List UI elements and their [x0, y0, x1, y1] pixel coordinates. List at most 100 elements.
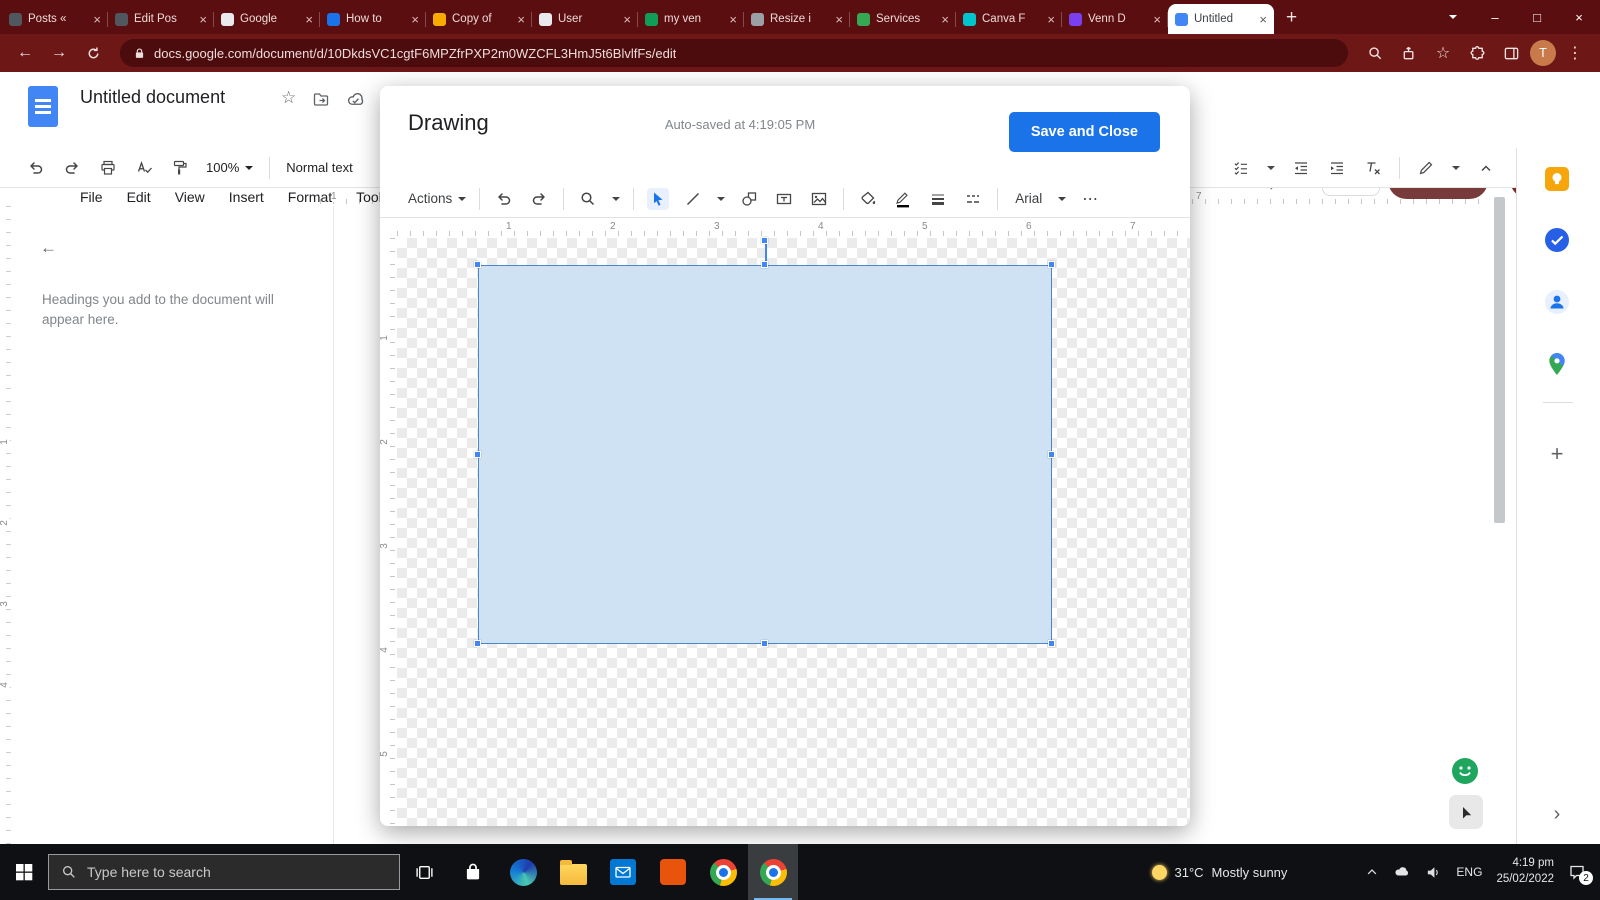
extensions-icon[interactable]	[1462, 38, 1492, 68]
keep-icon[interactable]	[1543, 165, 1571, 193]
contacts-icon[interactable]	[1543, 288, 1571, 316]
browser-tab-active[interactable]: Untitled×	[1168, 4, 1274, 34]
indent-increase-icon[interactable]	[1327, 158, 1347, 178]
resize-handle-top-left[interactable]	[474, 261, 481, 268]
canvas-checkerboard[interactable]	[397, 238, 1190, 826]
file-explorer-app-icon[interactable]	[548, 844, 598, 900]
font-select[interactable]: Arial	[1015, 191, 1066, 206]
tray-expand-icon[interactable]	[1365, 865, 1379, 879]
weather-widget[interactable]: 31°C Mostly sunny	[1152, 865, 1288, 880]
tab-close-icon[interactable]: ×	[1153, 13, 1161, 26]
browser-tab[interactable]: How to×	[320, 4, 426, 34]
actions-dropdown[interactable]: Actions	[408, 191, 466, 206]
cloud-saved-icon[interactable]	[346, 90, 365, 109]
get-addons-icon[interactable]: +	[1543, 440, 1571, 468]
tab-close-icon[interactable]: ×	[305, 13, 313, 26]
zoom-select[interactable]: 100%	[206, 160, 253, 175]
scrollbar-thumb[interactable]	[1494, 197, 1505, 523]
insert-image-tool-icon[interactable]	[808, 188, 830, 210]
docs-logo-icon[interactable]	[28, 86, 58, 127]
tab-close-icon[interactable]: ×	[411, 13, 419, 26]
chrome-app-icon[interactable]	[698, 844, 748, 900]
spell-check-icon[interactable]	[134, 158, 154, 178]
taskbar-search-box[interactable]	[48, 854, 400, 890]
reload-button[interactable]	[78, 38, 108, 68]
edge-app-icon[interactable]	[498, 844, 548, 900]
selected-rectangle-shape[interactable]	[478, 265, 1052, 644]
orange-app-icon[interactable]	[648, 844, 698, 900]
line-tool-icon[interactable]	[682, 188, 704, 210]
minimize-button[interactable]: –	[1474, 0, 1516, 34]
browser-tab[interactable]: Venn D×	[1062, 4, 1168, 34]
save-and-close-button[interactable]: Save and Close	[1009, 112, 1160, 152]
maps-icon[interactable]	[1543, 350, 1571, 378]
tab-close-icon[interactable]: ×	[623, 13, 631, 26]
tab-close-icon[interactable]: ×	[835, 13, 843, 26]
language-indicator[interactable]: ENG	[1456, 865, 1482, 879]
resize-handle-bottom-center[interactable]	[761, 640, 768, 647]
onedrive-cloud-icon[interactable]	[1393, 863, 1411, 881]
browser-tab[interactable]: Resize i×	[744, 4, 850, 34]
undo-icon[interactable]	[493, 188, 515, 210]
zoom-tool-caret-icon[interactable]	[612, 197, 620, 201]
tab-close-icon[interactable]: ×	[1259, 13, 1267, 26]
star-document-icon[interactable]: ☆	[281, 88, 296, 108]
browser-tab[interactable]: Google×	[214, 4, 320, 34]
back-button[interactable]: ←	[10, 38, 40, 68]
resize-handle-middle-left[interactable]	[474, 451, 481, 458]
volume-icon[interactable]	[1425, 864, 1442, 881]
maximize-button[interactable]: □	[1516, 0, 1558, 34]
border-color-tool-icon[interactable]	[892, 188, 914, 210]
browser-menu-icon[interactable]: ⋮	[1560, 38, 1590, 68]
select-tool-icon[interactable]	[647, 188, 669, 210]
store-app-icon[interactable]	[448, 844, 498, 900]
close-outline-icon[interactable]: ←	[40, 238, 57, 258]
forward-button[interactable]: →	[44, 38, 74, 68]
indent-decrease-icon[interactable]	[1291, 158, 1311, 178]
menu-format[interactable]: Format	[280, 186, 340, 208]
drawing-canvas[interactable]: 12345	[380, 238, 1190, 826]
url-bar[interactable]: docs.google.com/document/d/10DkdsVC1cgtF…	[120, 39, 1348, 67]
editing-mode-caret-icon[interactable]	[1452, 166, 1460, 170]
close-window-button[interactable]: ×	[1558, 0, 1600, 34]
browser-tab[interactable]: Services×	[850, 4, 956, 34]
tab-close-icon[interactable]: ×	[93, 13, 101, 26]
taskbar-search-input[interactable]	[87, 864, 387, 880]
action-center-icon[interactable]: 2	[1568, 863, 1586, 881]
new-tab-button[interactable]: +	[1286, 8, 1297, 27]
browser-tab[interactable]: Posts «×	[2, 4, 108, 34]
shape-tool-icon[interactable]	[738, 188, 760, 210]
redo-icon[interactable]	[62, 158, 82, 178]
checklist-caret-icon[interactable]	[1267, 166, 1275, 170]
more-options-icon[interactable]: ⋯	[1079, 188, 1101, 210]
paint-format-icon[interactable]	[170, 158, 190, 178]
menu-file[interactable]: File	[72, 186, 111, 208]
resize-handle-bottom-left[interactable]	[474, 640, 481, 647]
border-dash-tool-icon[interactable]	[962, 188, 984, 210]
task-view-button[interactable]	[400, 844, 448, 900]
text-box-tool-icon[interactable]	[773, 188, 795, 210]
move-folder-icon[interactable]	[312, 90, 330, 108]
resize-handle-middle-right[interactable]	[1048, 451, 1055, 458]
menu-edit[interactable]: Edit	[119, 186, 159, 208]
browser-tab[interactable]: my ven×	[638, 4, 744, 34]
browser-profile-avatar[interactable]: T	[1530, 40, 1556, 66]
menu-view[interactable]: View	[167, 186, 213, 208]
browser-tab[interactable]: Edit Pos×	[108, 4, 214, 34]
lock-icon[interactable]	[133, 47, 146, 60]
border-weight-tool-icon[interactable]	[927, 188, 949, 210]
taskbar-clock[interactable]: 4:19 pm 25/02/2022	[1496, 856, 1554, 887]
document-title[interactable]: Untitled document	[80, 87, 225, 108]
collapse-toolbar-icon[interactable]	[1476, 158, 1496, 178]
bookmark-star-icon[interactable]: ☆	[1428, 38, 1458, 68]
chrome-active-app-icon[interactable]	[748, 844, 798, 900]
assistant-widget-icon[interactable]	[1451, 757, 1479, 785]
resize-handle-top-right[interactable]	[1048, 261, 1055, 268]
side-panel-chevron-icon[interactable]: ›	[1543, 800, 1571, 828]
tab-close-icon[interactable]: ×	[199, 13, 207, 26]
line-tool-caret-icon[interactable]	[717, 197, 725, 201]
mail-app-icon[interactable]	[598, 844, 648, 900]
fill-color-tool-icon[interactable]	[857, 188, 879, 210]
cursor-widget-icon[interactable]	[1449, 795, 1483, 829]
browser-tab[interactable]: Copy of×	[426, 4, 532, 34]
